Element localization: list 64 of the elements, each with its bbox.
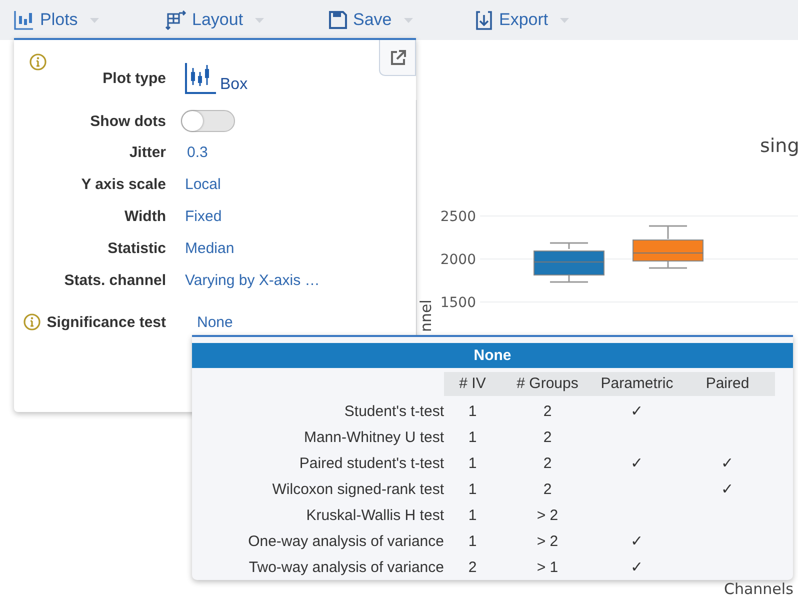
- setting-label: Y axis scale: [81, 176, 166, 192]
- table-cell-text: 1: [467, 506, 478, 524]
- dropdown-option[interactable]: Paired student's t-test: [192, 454, 444, 472]
- dropdown-option[interactable]: One-way analysis of variance: [192, 532, 444, 550]
- toolbar-menu-button[interactable]: Save: [327, 8, 415, 32]
- toggle-switch[interactable]: [181, 110, 235, 132]
- setting-label: Plot type: [102, 70, 166, 86]
- table-cell-text: 2: [542, 454, 553, 472]
- table-cell-text: 2: [542, 428, 553, 446]
- column-header: Paired: [680, 372, 775, 396]
- external-link-icon: [390, 50, 406, 66]
- check-mark: ✓: [721, 455, 734, 472]
- dropdown-option[interactable]: Student's t-test: [192, 402, 444, 420]
- caret-icon: [404, 18, 413, 22]
- check-mark: ✓: [630, 533, 644, 550]
- save-icon: [329, 11, 347, 29]
- toolbar-menu-button[interactable]: Export: [473, 8, 572, 32]
- table-cell-text: 2: [467, 558, 478, 576]
- axis-title: Channels: [724, 580, 794, 597]
- check-mark: ✓: [721, 481, 734, 498]
- toolbar-menu-button[interactable]: Plots: [12, 8, 101, 32]
- table-cell-text: 2: [542, 480, 553, 498]
- table-cell-text: > 1: [536, 558, 560, 576]
- column-header: Parametric: [594, 372, 680, 396]
- popout-button[interactable]: [379, 40, 416, 76]
- selected-option[interactable]: None: [192, 343, 793, 368]
- info-icon: [22, 313, 41, 331]
- table-icon: [164, 10, 186, 30]
- plots-icon: [14, 10, 34, 30]
- box-chart-icon: [185, 62, 217, 94]
- table-cell-text: 1: [467, 454, 478, 472]
- caret-icon: [90, 18, 99, 22]
- info-icon: [29, 53, 47, 71]
- check-mark: ✓: [630, 403, 644, 420]
- setting-label: Jitter: [129, 144, 166, 160]
- setting-label: Width: [124, 208, 166, 224]
- column-header: # IV: [444, 372, 501, 396]
- check-mark: ✓: [630, 559, 644, 576]
- table-cell-text: 1: [467, 532, 478, 550]
- table-cell-text: > 2: [536, 532, 560, 550]
- setting-label: Stats. channel: [64, 272, 166, 288]
- toolbar-menu-button[interactable]: Layout: [162, 8, 266, 32]
- axis-tick-label: 2000: [440, 252, 476, 268]
- chart-title: sing: [760, 135, 798, 157]
- axis-tick-label: 1500: [440, 295, 476, 311]
- setting-label: Show dots: [90, 112, 166, 130]
- setting-label: Significance test: [46, 314, 166, 330]
- table-cell-text: > 2: [536, 506, 560, 524]
- table-cell-text: 1: [467, 480, 478, 498]
- dropdown-option[interactable]: Mann-Whitney U test: [192, 428, 444, 446]
- caret-icon: [560, 18, 570, 22]
- dropdown-option[interactable]: Kruskal-Wallis H test: [192, 506, 444, 524]
- table-cell-text: 1: [467, 428, 478, 446]
- table-cell-text: 1: [467, 402, 478, 420]
- axis-tick-label: 2500: [440, 209, 476, 225]
- column-header: # Groups: [501, 372, 594, 396]
- check-mark: ✓: [630, 455, 644, 472]
- setting-label: Statistic: [108, 240, 166, 256]
- caret-icon: [255, 18, 264, 22]
- axis-title: nnel: [417, 300, 435, 332]
- table-cell-text: 2: [542, 402, 553, 420]
- dropdown-option[interactable]: Wilcoxon signed-rank test: [192, 480, 444, 498]
- dropdown-option[interactable]: Two-way analysis of variance: [192, 558, 444, 576]
- download-icon: [475, 10, 493, 30]
